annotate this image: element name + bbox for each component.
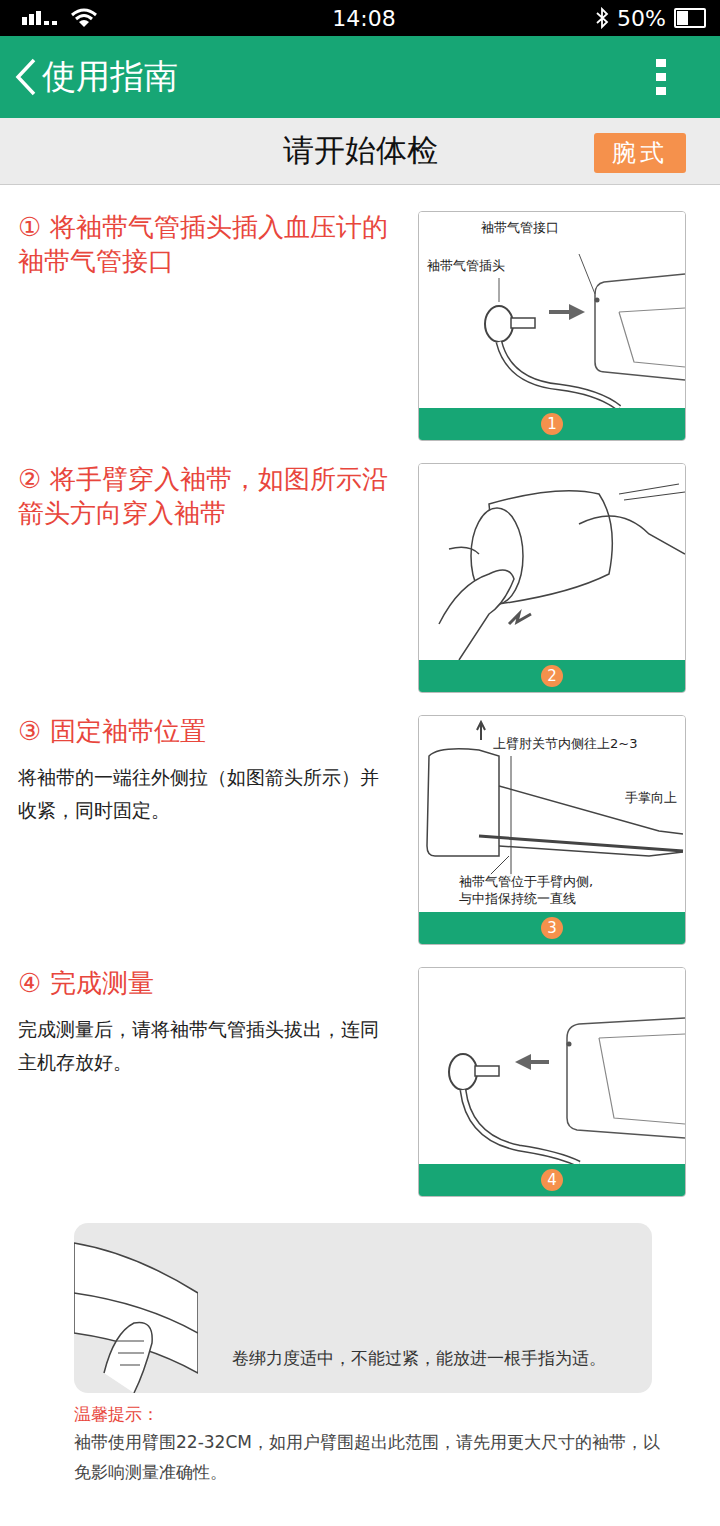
cuff-finger-icon: [74, 1223, 198, 1393]
step-title: ④ 完成测量: [18, 967, 396, 1001]
step-title: ③ 固定袖带位置: [18, 715, 396, 749]
signal-icon: [22, 9, 62, 27]
notice-text: 袖带使用臂围22-32CM，如用户臂围超出此范围，请先用更大尺寸的袖带，以免影响…: [74, 1428, 668, 1488]
figure-label: 袖带气管位于手臂内侧,与中指保持统一直线: [459, 874, 593, 908]
step-list: ① 将袖带气管插头插入血压计的袖带气管接口 袖带气管接口袖带气管插头 1 ② 将手臂穿…: [0, 185, 720, 1197]
figure-label: 袖带气管接口: [481, 220, 559, 237]
step-title: ① 将袖带气管插头插入血压计的袖带气管接口: [18, 211, 396, 279]
battery-icon: [674, 8, 706, 28]
figure-number-badge: 4: [541, 1169, 563, 1191]
step-row: ④ 完成测量完成测量后，请将袖带气管插头拔出，连同主机存放好。 4: [0, 967, 720, 1197]
battery-percent: 50%: [617, 6, 666, 31]
step-description: 完成测量后，请将袖带气管插头拔出，连同主机存放好。: [18, 1013, 396, 1080]
step-title: ② 将手臂穿入袖带，如图所示沿箭头方向穿入袖带: [18, 463, 396, 531]
mode-button[interactable]: 腕式: [594, 133, 686, 173]
notice: 温馨提示：袖带使用臂围22-32CM，如用户臂围超出此范围，请先用更大尺寸的袖带…: [0, 1393, 720, 1488]
figure-label: 上臂肘关节内侧往上2~3: [493, 736, 637, 753]
notice-title: 温馨提示：: [74, 1401, 668, 1428]
figure-label: 手掌向上: [625, 790, 677, 807]
figure-label: 袖带气管插头: [427, 258, 505, 275]
step-row: ① 将袖带气管插头插入血压计的袖带气管接口 袖带气管接口袖带气管插头 1: [0, 211, 720, 441]
app-header: 使用指南: [0, 36, 720, 118]
plug-in-illustration-icon: [419, 212, 685, 408]
figure-number-badge: 3: [541, 917, 563, 939]
tip-text: 卷绑力度适中，不能过紧，能放进一根手指为适。: [198, 1347, 616, 1393]
status-time: 14:08: [332, 6, 395, 31]
figure-number-badge: 1: [541, 413, 563, 435]
figure-number-badge: 2: [541, 665, 563, 687]
status-bar: 14:08 50%: [0, 0, 720, 36]
unplug-illustration-icon: [419, 968, 685, 1164]
step-row: ② 将手臂穿入袖带，如图所示沿箭头方向穿入袖带 2: [0, 463, 720, 693]
step-row: ③ 固定袖带位置将袖带的一端往外侧拉（如图箭头所示）并收紧，同时固定。上臂肘关节…: [0, 715, 720, 945]
back-chevron-icon[interactable]: [14, 57, 38, 97]
tip-card: 卷绑力度适中，不能过紧，能放进一根手指为适。: [74, 1223, 652, 1393]
subheader: 请开始体检 腕式: [0, 118, 720, 185]
step-figure: 上臂肘关节内侧往上2~3 手掌向上袖带气管位于手臂内侧,与中指保持统一直线 3: [418, 715, 686, 945]
step-figure: 袖带气管接口袖带气管插头 1: [418, 211, 686, 441]
more-menu-icon[interactable]: [654, 57, 668, 97]
wear-cuff-illustration-icon: [419, 464, 685, 660]
wifi-icon: [70, 8, 98, 28]
step-figure: 2: [418, 463, 686, 693]
header-title: 使用指南: [42, 54, 178, 100]
bluetooth-icon: [595, 7, 609, 29]
subheader-title: 请开始体检: [283, 130, 438, 172]
step-figure: 4: [418, 967, 686, 1197]
step-description: 将袖带的一端往外侧拉（如图箭头所示）并收紧，同时固定。: [18, 761, 396, 828]
guide-page: 14:08 50% 使用指南请开始体检 腕式 ① 将袖带气管插头插入血压计的袖带气管接口…: [0, 0, 720, 1526]
